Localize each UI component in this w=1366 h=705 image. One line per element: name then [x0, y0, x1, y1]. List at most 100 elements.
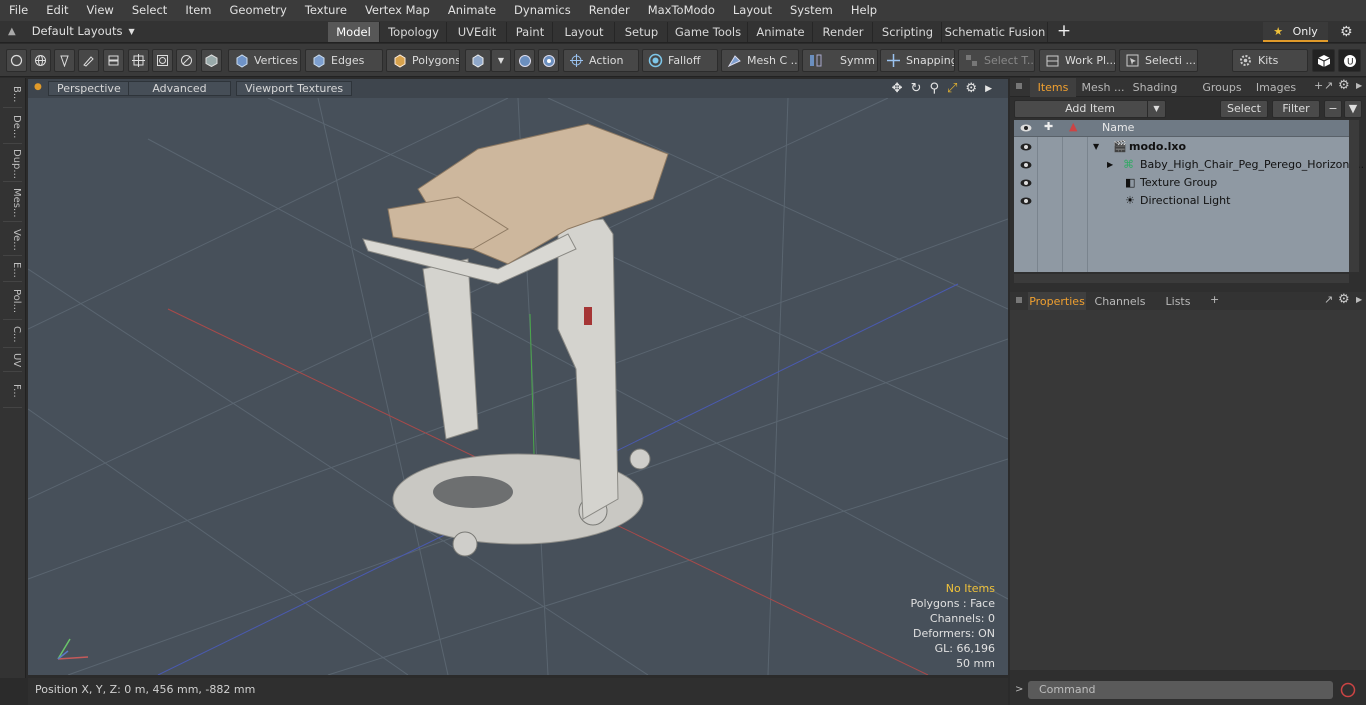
only-toggle[interactable]: ★ Only: [1263, 22, 1328, 42]
filter-button[interactable]: Filter: [1272, 100, 1320, 118]
select-circle-icon[interactable]: [6, 49, 27, 72]
list-item[interactable]: ◧ Texture Group: [1014, 174, 1349, 192]
falloff-button[interactable]: Falloff: [642, 49, 718, 72]
play-arrow-icon[interactable]: ▶: [985, 81, 992, 97]
tab-channels[interactable]: Channels: [1092, 292, 1148, 311]
3d-viewport[interactable]: ● Perspective Advanced Viewport Textures…: [28, 79, 1008, 675]
move-view-icon[interactable]: ✥: [892, 81, 903, 97]
square-circle-icon[interactable]: [152, 49, 173, 72]
align-icon[interactable]: [103, 49, 124, 72]
menu-system[interactable]: System: [781, 0, 842, 21]
list-item[interactable]: ☀ Directional Light: [1014, 192, 1349, 210]
record-icon[interactable]: [1340, 682, 1356, 698]
tab-render[interactable]: Render: [814, 22, 873, 42]
chevron-right-icon[interactable]: ▶: [1356, 295, 1362, 304]
kits-button[interactable]: Kits: [1232, 49, 1308, 72]
tab-groups[interactable]: Groups: [1196, 78, 1248, 97]
vertices-button[interactable]: Vertices: [228, 49, 301, 72]
left-tab-duplicate[interactable]: Dup...: [3, 146, 22, 182]
symmetry-y-icon[interactable]: [538, 49, 559, 72]
collapse-icon[interactable]: −: [1324, 100, 1342, 118]
tab-model[interactable]: Model: [328, 22, 380, 42]
eye-icon[interactable]: [1020, 160, 1032, 170]
mesh-constraint-button[interactable]: Mesh C ...: [721, 49, 799, 72]
chevron-right-icon[interactable]: ▶: [1356, 81, 1362, 90]
layout-selector[interactable]: ▲ Default Layouts ▼: [8, 24, 135, 38]
list-item[interactable]: ▼ 🎬 modo.lxo: [1014, 138, 1349, 156]
viewport-settings-icon[interactable]: ⚙: [965, 81, 977, 97]
tab-mesh[interactable]: Mesh ...: [1078, 78, 1128, 97]
menu-render[interactable]: Render: [580, 0, 639, 21]
edges-button[interactable]: Edges: [305, 49, 383, 72]
command-input[interactable]: Command: [1028, 681, 1333, 699]
left-tab-fusion[interactable]: F...: [3, 374, 22, 408]
expand-arrow-icon[interactable]: ▼: [1093, 138, 1099, 156]
tab-setup[interactable]: Setup: [616, 22, 668, 42]
zoom-view-icon[interactable]: ⚲: [929, 81, 939, 97]
work-plane-button[interactable]: Work Pl...: [1039, 49, 1116, 72]
menu-edit[interactable]: Edit: [37, 0, 77, 21]
select-button[interactable]: Select: [1220, 100, 1268, 118]
menu-help[interactable]: Help: [842, 0, 886, 21]
add-item-button[interactable]: Add Item ▼: [1014, 100, 1166, 118]
menu-maxtomodo[interactable]: MaxToModo: [639, 0, 724, 21]
menu-layout[interactable]: Layout: [724, 0, 781, 21]
action-center-button[interactable]: Action: [563, 49, 639, 72]
gear-icon[interactable]: ⚙: [1338, 292, 1350, 307]
menu-select[interactable]: Select: [123, 0, 176, 21]
viewport-textures-button[interactable]: Viewport Textures: [236, 81, 353, 96]
menu-file[interactable]: File: [0, 0, 37, 21]
polygons-button[interactable]: Polygons: [386, 49, 460, 72]
item-mode-icon[interactable]: [201, 49, 222, 72]
eye-icon[interactable]: [1020, 196, 1032, 206]
menu-view[interactable]: View: [78, 0, 123, 21]
cube-icon[interactable]: [1312, 49, 1335, 72]
funnel-icon[interactable]: ▼: [1344, 100, 1362, 118]
tab-topology[interactable]: Topology: [381, 22, 447, 42]
tab-layout[interactable]: Layout: [554, 22, 615, 42]
left-tab-mesh-edit[interactable]: Mes...: [3, 184, 22, 222]
left-tab-deform[interactable]: De...: [3, 110, 22, 144]
tab-game-tools[interactable]: Game Tools: [669, 22, 748, 42]
expand-arrow-icon[interactable]: ▶: [1107, 156, 1113, 174]
material-icon[interactable]: [465, 49, 491, 72]
eye-icon[interactable]: [1020, 178, 1032, 188]
maximize-icon[interactable]: ↗: [1324, 79, 1333, 92]
menu-texture[interactable]: Texture: [296, 0, 356, 21]
tab-animate[interactable]: Animate: [749, 22, 813, 42]
rotate-view-icon[interactable]: ↻: [911, 81, 922, 97]
eye-icon[interactable]: [1020, 142, 1032, 152]
tab-paint[interactable]: Paint: [508, 22, 553, 42]
chevron-down-icon[interactable]: ▼: [491, 49, 511, 72]
add-tab-icon[interactable]: +: [1314, 79, 1323, 92]
menu-geometry[interactable]: Geometry: [221, 0, 296, 21]
symmetry-x-icon[interactable]: [514, 49, 535, 72]
perspective-button[interactable]: Perspective: [48, 81, 130, 96]
menu-animate[interactable]: Animate: [439, 0, 505, 21]
tab-items[interactable]: Items: [1030, 78, 1076, 97]
select-through-button[interactable]: Select T...: [958, 49, 1035, 72]
pen-icon[interactable]: [54, 49, 75, 72]
left-tab-curve[interactable]: C...: [3, 322, 22, 348]
item-list[interactable]: ✚ ▲ Name ▼ 🎬 modo.lxo ▶ ⌘ Baby_High_Chai…: [1014, 120, 1364, 272]
snapping-button[interactable]: Snapping: [880, 49, 955, 72]
left-tab-basic[interactable]: B...: [3, 82, 22, 108]
selection-sets-button[interactable]: Selecti ...: [1119, 49, 1198, 72]
item-list-vscrollbar[interactable]: [1349, 120, 1359, 272]
tab-scripting[interactable]: Scripting: [874, 22, 942, 42]
tab-lists[interactable]: Lists: [1154, 292, 1202, 311]
brush-icon[interactable]: [78, 49, 99, 72]
advanced-button[interactable]: Advanced: [128, 81, 231, 96]
menu-vertex-map[interactable]: Vertex Map: [356, 0, 439, 21]
left-tab-vertex[interactable]: Ve...: [3, 224, 22, 256]
name-column-header[interactable]: Name: [1102, 121, 1134, 134]
gear-icon[interactable]: ⚙: [1338, 78, 1350, 93]
menu-dynamics[interactable]: Dynamics: [505, 0, 580, 21]
tab-shading[interactable]: Shading: [1130, 78, 1180, 97]
left-tab-uv[interactable]: UV: [3, 350, 22, 372]
tab-schematic-fusion[interactable]: Schematic Fusion: [943, 22, 1048, 42]
maximize-icon[interactable]: ↗: [1324, 293, 1333, 306]
symmetry-button[interactable]: Symm ...: [802, 49, 878, 72]
tab-uvedit[interactable]: UVEdit: [448, 22, 507, 42]
add-tab-icon[interactable]: +: [1056, 22, 1072, 42]
